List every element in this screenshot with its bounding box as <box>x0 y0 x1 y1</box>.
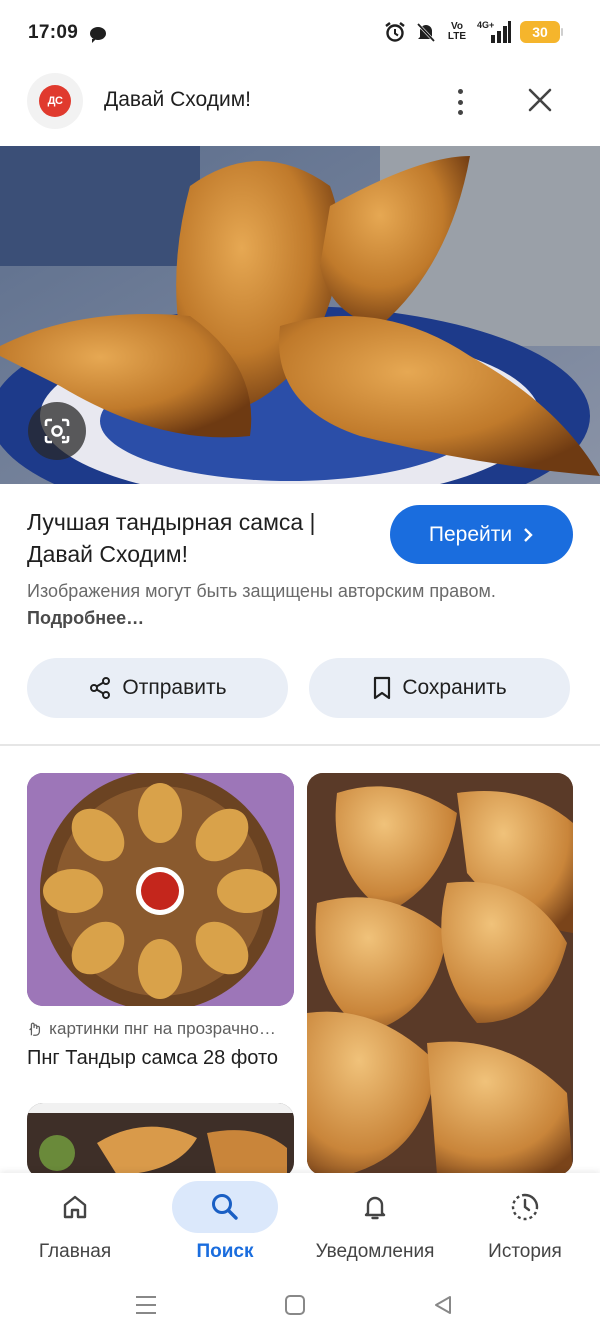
bell-muted-icon <box>415 20 437 44</box>
share-button[interactable]: Отправить <box>27 658 288 718</box>
search-icon <box>172 1181 278 1233</box>
result-header: ДС Давай Сходим! <box>0 66 600 146</box>
signal-icon: 4G+ <box>477 20 511 44</box>
alarm-icon <box>384 20 406 44</box>
visit-label: Перейти <box>428 522 513 546</box>
nav-search[interactable]: Поиск <box>172 1173 278 1273</box>
save-label: Сохранить <box>402 676 507 699</box>
site-logo-mark: ДС <box>39 85 71 117</box>
save-button[interactable]: Сохранить <box>309 658 570 718</box>
volte-indicator: Vo LTE <box>447 21 467 42</box>
nav-search-label: Поиск <box>196 1241 254 1262</box>
copyright-notice: Изображения могут быть защищены авторски… <box>27 578 567 632</box>
share-label: Отправить <box>122 676 227 699</box>
copyright-text: Изображения могут быть защищены авторски… <box>27 581 496 601</box>
battery-indicator: 30 <box>520 21 563 43</box>
system-navigation <box>0 1273 600 1339</box>
status-time: 17:09 <box>28 22 79 43</box>
status-bar: 17:09 Vo LTE 4G+ 30 <box>0 0 600 66</box>
history-icon <box>472 1181 578 1233</box>
home-icon <box>22 1181 128 1233</box>
network-type: 4G+ <box>477 20 495 30</box>
nav-notifications[interactable]: Уведомления <box>300 1173 450 1273</box>
learn-more-link[interactable]: Подробнее… <box>27 608 144 628</box>
nav-history-label: История <box>488 1241 562 1262</box>
related-source-text: картинки пнг на прозрачном фоне <box>49 1019 287 1038</box>
nav-home-label: Главная <box>38 1241 112 1262</box>
bell-icon <box>322 1181 428 1233</box>
site-logo[interactable]: ДС <box>27 73 83 129</box>
related-image[interactable] <box>27 773 294 1006</box>
nav-history[interactable]: История <box>472 1173 578 1273</box>
close-icon[interactable] <box>524 84 556 116</box>
related-title[interactable]: Пнг Тандыр самса 28 фото <box>27 1047 289 1070</box>
bookmark-icon <box>374 676 391 700</box>
source-favicon-icon <box>29 1022 41 1036</box>
result-image[interactable] <box>0 146 600 484</box>
related-image[interactable] <box>27 1103 294 1178</box>
share-icon <box>90 677 111 699</box>
site-name[interactable]: Давай Сходим! <box>104 88 251 112</box>
more-vert-icon[interactable] <box>446 84 474 120</box>
chat-bubble-icon <box>90 26 107 43</box>
status-icons: Vo LTE 4G+ 30 <box>384 20 563 44</box>
related-image[interactable] <box>307 773 573 1175</box>
back-icon[interactable] <box>429 1291 457 1319</box>
google-lens-icon[interactable] <box>28 402 86 460</box>
visit-button[interactable]: Перейти <box>390 505 573 564</box>
result-title[interactable]: Лучшая тандырная самса | Давай Сходим! <box>27 506 372 570</box>
recent-apps-icon[interactable] <box>132 1291 160 1319</box>
home-system-icon[interactable] <box>281 1291 309 1319</box>
related-source[interactable]: картинки пнг на прозрачном фоне <box>27 1019 287 1039</box>
nav-home[interactable]: Главная <box>22 1173 128 1273</box>
divider <box>0 744 600 746</box>
bottom-navigation: Главная Поиск Уведомления История <box>0 1173 600 1273</box>
chevron-right-icon <box>524 527 533 542</box>
nav-notifications-label: Уведомления <box>315 1241 435 1262</box>
